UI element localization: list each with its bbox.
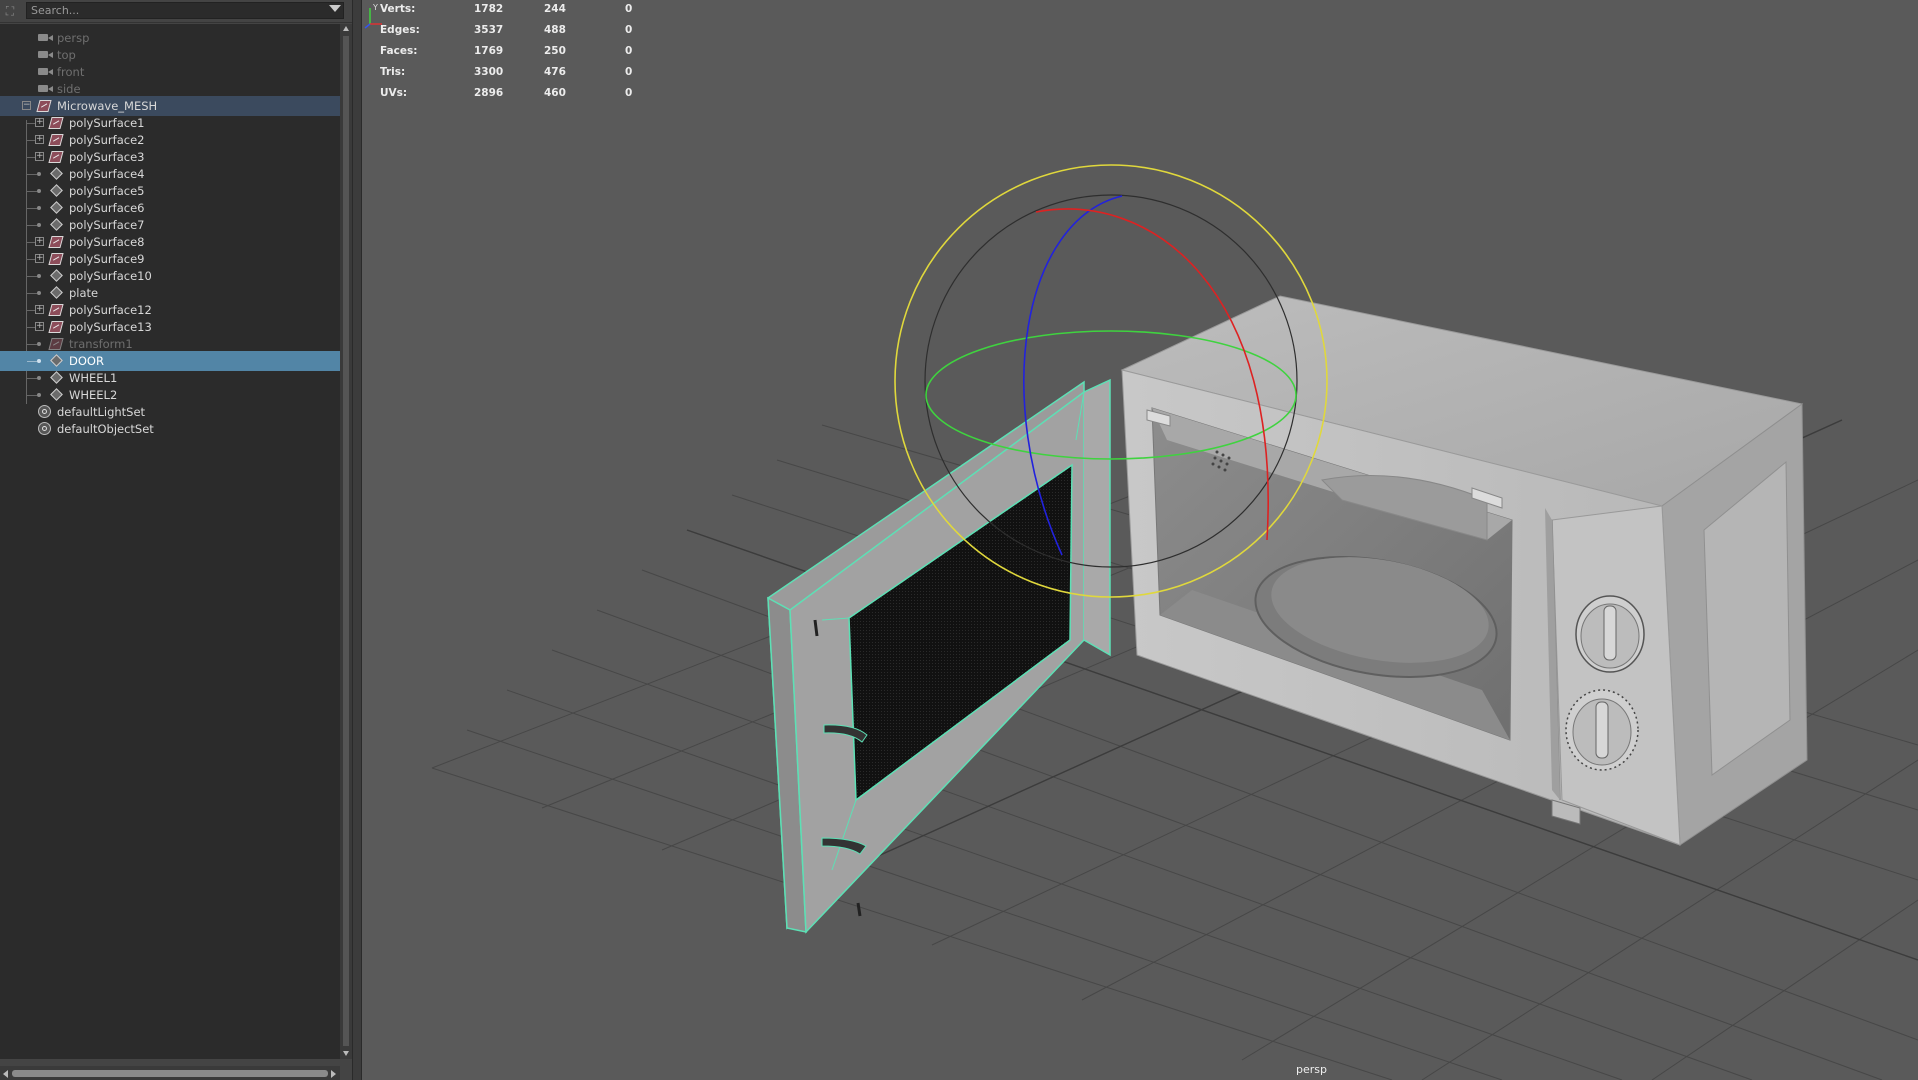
hud-value: 0 (625, 87, 633, 99)
hud-value: 488 (544, 24, 566, 36)
scroll-down-arrow-icon[interactable] (343, 1051, 349, 1056)
transform-icon (50, 269, 63, 282)
hud-value: 3300 (474, 66, 504, 78)
transform-icon (50, 354, 63, 367)
outliner-vertical-scrollbar[interactable] (340, 24, 352, 1059)
hud-row-verts: Verts: 1782 244 0 (380, 3, 660, 24)
hud-value: 3537 (474, 24, 504, 36)
hud-label: Faces: (380, 45, 418, 57)
transform-icon (50, 201, 63, 214)
outliner-panel: ⛶ persp top front side − Microwave_MESH (0, 0, 352, 1080)
scrollbar-track[interactable] (343, 36, 349, 1046)
camera-icon (38, 68, 53, 75)
camera-name-label: persp (1296, 1063, 1327, 1076)
mesh-icon (48, 304, 64, 316)
hud-value: 0 (625, 66, 633, 78)
camera-icon (38, 85, 53, 92)
mesh-icon (48, 338, 64, 350)
mesh-icon (36, 100, 52, 112)
hud-value: 2896 (474, 87, 504, 99)
camera-icon (38, 51, 53, 58)
hud-row-faces: Faces: 1769 250 0 (380, 45, 660, 66)
hud-value: 0 (625, 24, 633, 36)
transform-icon (50, 388, 63, 401)
door-mesh (767, 378, 1111, 934)
expand-icon[interactable]: + (35, 254, 44, 263)
transform-icon (50, 286, 63, 299)
hud-value: 0 (625, 3, 633, 15)
transform-icon (50, 167, 63, 180)
camera-icon (38, 34, 53, 41)
hud-row-uvs: UVs: 2896 460 0 (380, 87, 660, 108)
node-dot-icon (37, 342, 41, 346)
scroll-up-arrow-icon[interactable] (343, 26, 349, 31)
hud-label: Tris: (380, 66, 406, 78)
collapse-icon[interactable]: − (22, 101, 31, 110)
node-dot-icon (37, 189, 41, 193)
outliner-horizontal-scrollbar[interactable] (0, 1066, 340, 1080)
search-filter-dropdown-icon[interactable] (329, 5, 341, 12)
mesh-icon (48, 253, 64, 265)
node-dot-icon (37, 172, 41, 176)
mesh-icon (48, 236, 64, 248)
outliner-search-bar: ⛶ (0, 0, 352, 23)
mesh-icon (48, 134, 64, 146)
hud-value: 250 (544, 45, 566, 57)
transform-icon (50, 184, 63, 197)
scroll-left-arrow-icon[interactable] (3, 1070, 8, 1078)
poly-count-hud: Verts: 1782 244 0 Edges: 3537 488 0 Face… (380, 3, 660, 108)
object-set-icon (38, 405, 51, 418)
hud-row-edges: Edges: 3537 488 0 (380, 24, 660, 45)
node-dot-icon (37, 291, 41, 295)
transform-icon (50, 218, 63, 231)
hud-value: 0 (625, 45, 633, 57)
expand-icon[interactable]: + (35, 135, 44, 144)
hud-value: 1782 (474, 3, 504, 15)
node-dot-icon (37, 376, 41, 380)
outliner-options-icon[interactable]: ⛶ (3, 4, 17, 18)
scrollbar-thumb[interactable] (12, 1070, 328, 1077)
hud-value: 1769 (474, 45, 504, 57)
viewport-3d[interactable]: Verts: 1782 244 0 Edges: 3537 488 0 Face… (362, 0, 1918, 1080)
hud-label: UVs: (380, 87, 408, 99)
viewport-scene (431, 164, 1918, 1080)
panel-splitter[interactable] (352, 0, 362, 1080)
node-dot-icon (37, 206, 41, 210)
object-set-icon (38, 422, 51, 435)
scroll-right-arrow-icon[interactable] (331, 1070, 336, 1078)
node-dot-icon (37, 359, 41, 363)
mesh-icon (48, 321, 64, 333)
hud-value: 244 (544, 3, 566, 15)
outliner-search-input[interactable] (26, 2, 344, 19)
expand-icon[interactable]: + (35, 322, 44, 331)
node-dot-icon (37, 393, 41, 397)
transform-icon (50, 371, 63, 384)
outliner-tree: persp top front side − Microwave_MESH + … (0, 24, 340, 1059)
expand-icon[interactable]: + (35, 118, 44, 127)
node-dot-icon (37, 223, 41, 227)
expand-icon[interactable]: + (35, 305, 44, 314)
outliner-item-label: defaultObjectSet (57, 422, 154, 436)
axis-y-label: Y (372, 3, 378, 12)
microwave-body (1120, 295, 1808, 846)
hud-value: 460 (544, 87, 566, 99)
expand-icon[interactable]: + (35, 152, 44, 161)
view-axis-indicator-icon: Y (364, 3, 382, 29)
mesh-icon (48, 117, 64, 129)
hud-value: 476 (544, 66, 566, 78)
hud-row-tris: Tris: 3300 476 0 (380, 66, 660, 87)
expand-icon[interactable]: + (35, 237, 44, 246)
node-dot-icon (37, 274, 41, 278)
mesh-icon (48, 151, 64, 163)
outliner-item-defaultobjectset[interactable]: defaultObjectSet (0, 419, 340, 439)
